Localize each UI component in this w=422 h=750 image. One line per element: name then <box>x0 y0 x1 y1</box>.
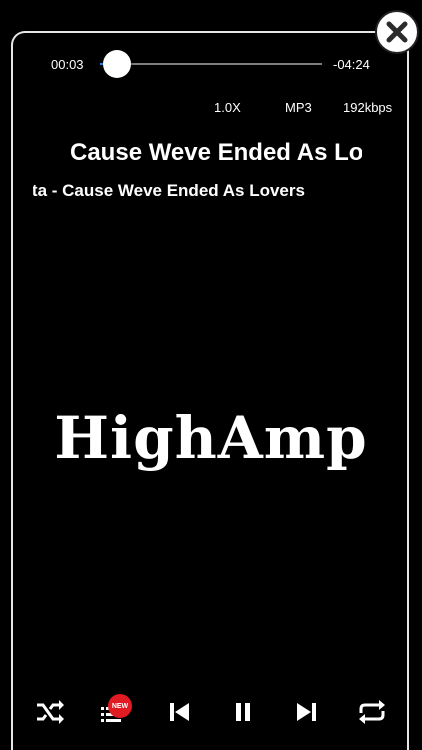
shuffle-button[interactable] <box>28 690 72 734</box>
shuffle-icon <box>37 700 64 724</box>
elapsed-time: 00:03 <box>51 57 84 72</box>
track-title: Cause Weve Ended As Lovers <box>70 139 362 166</box>
playback-speed[interactable]: 1.0X <box>214 100 241 115</box>
track-title-marquee: Cause Weve Ended As Lovers <box>40 137 362 173</box>
track-subtitle-marquee: Night / Syreeta - Cause Weve Ended As Lo… <box>33 179 389 205</box>
highamp-logo: HighAmp <box>54 404 368 472</box>
pause-icon <box>236 703 250 721</box>
pause-button[interactable] <box>221 690 265 734</box>
remaining-time: -04:24 <box>333 57 370 72</box>
next-track-icon <box>297 703 316 721</box>
repeat-button[interactable] <box>350 690 394 734</box>
audio-format: MP3 <box>285 100 312 115</box>
previous-track-icon <box>170 703 189 721</box>
close-icon <box>386 21 408 43</box>
previous-button[interactable] <box>157 690 201 734</box>
new-badge: NEW <box>108 694 132 718</box>
seek-bar[interactable] <box>100 63 322 65</box>
playback-controls <box>0 690 422 734</box>
seek-thumb[interactable] <box>103 50 131 78</box>
repeat-icon <box>359 700 385 724</box>
audio-bitrate: 192kbps <box>343 100 393 115</box>
close-button[interactable] <box>375 10 419 54</box>
track-subtitle: Night / Syreeta - Cause Weve Ended As Lo… <box>33 181 305 200</box>
next-button[interactable] <box>285 690 329 734</box>
